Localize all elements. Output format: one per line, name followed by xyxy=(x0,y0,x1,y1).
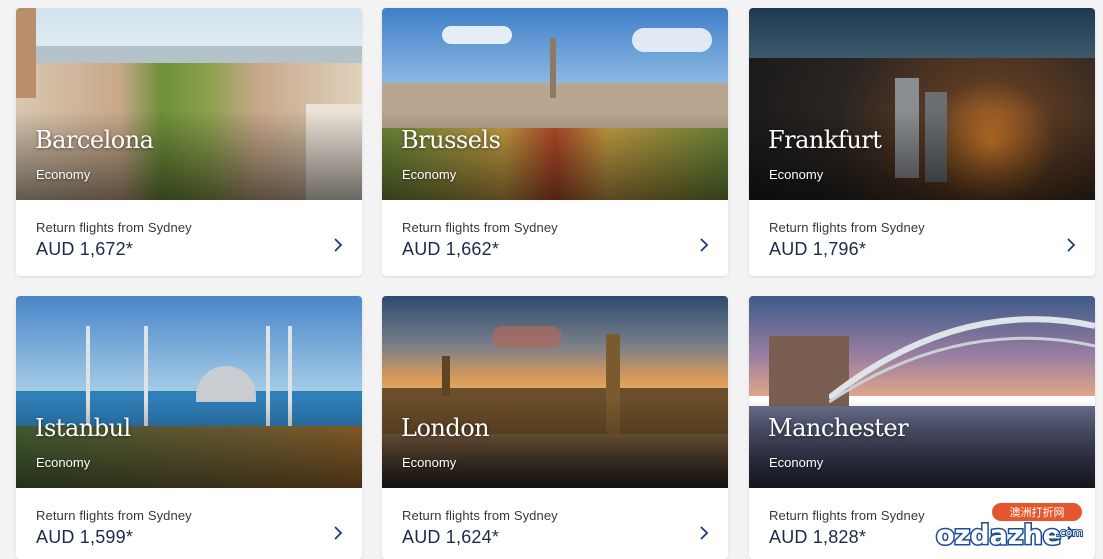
chevron-right-icon[interactable] xyxy=(698,525,710,541)
destination-card-frankfurt[interactable]: Frankfurt Economy Return flights from Sy… xyxy=(749,8,1095,276)
destination-photo-manchester: Manchester Economy xyxy=(749,296,1095,488)
cabin-class: Economy xyxy=(402,167,457,182)
cabin-class: Economy xyxy=(36,455,91,470)
destination-photo-istanbul: Istanbul Economy xyxy=(16,296,362,488)
fare-price: AUD 1,599* xyxy=(36,527,134,547)
destination-photo-brussels: Brussels Economy xyxy=(382,8,728,200)
site-watermark-logo: 澳洲打折网 ozdazhe .com xyxy=(932,502,1087,553)
city-name: Frankfurt xyxy=(768,126,882,154)
cabin-class: Economy xyxy=(769,455,824,470)
route-label: Return flights from Sydney xyxy=(769,220,925,235)
cabin-class: Economy xyxy=(769,167,824,182)
destination-photo-london: London Economy xyxy=(382,296,728,488)
cabin-class: Economy xyxy=(402,455,457,470)
destination-photo-barcelona: Barcelona Economy xyxy=(16,8,362,200)
city-name: Istanbul xyxy=(35,414,131,442)
fare-price: AUD 1,662* xyxy=(402,239,500,259)
fare-price: AUD 1,796* xyxy=(769,239,867,259)
destination-photo-frankfurt: Frankfurt Economy xyxy=(749,8,1095,200)
fare-price: AUD 1,672* xyxy=(36,239,134,259)
city-name: Barcelona xyxy=(35,126,154,154)
chevron-right-icon[interactable] xyxy=(698,237,710,253)
route-label: Return flights from Sydney xyxy=(36,508,192,523)
city-name: Manchester xyxy=(768,414,909,442)
city-name: Brussels xyxy=(401,126,501,154)
route-label: Return flights from Sydney xyxy=(402,508,558,523)
chevron-right-icon[interactable] xyxy=(332,525,344,541)
destination-card-brussels[interactable]: Brussels Economy Return flights from Syd… xyxy=(382,8,728,276)
cabin-class: Economy xyxy=(36,167,91,182)
chevron-right-icon[interactable] xyxy=(1065,237,1077,253)
svg-text:澳洲打折网: 澳洲打折网 xyxy=(1010,505,1065,519)
route-label: Return flights from Sydney xyxy=(36,220,192,235)
fare-price: AUD 1,624* xyxy=(402,527,500,547)
destination-card-istanbul[interactable]: Istanbul Economy Return flights from Syd… xyxy=(16,296,362,559)
svg-text:ozdazhe: ozdazhe xyxy=(936,520,1061,551)
city-name: London xyxy=(401,414,490,442)
destination-card-barcelona[interactable]: Barcelona Economy Return flights from Sy… xyxy=(16,8,362,276)
svg-text:.com: .com xyxy=(1056,526,1083,539)
chevron-right-icon[interactable] xyxy=(332,237,344,253)
destination-card-london[interactable]: London Economy Return flights from Sydne… xyxy=(382,296,728,559)
route-label: Return flights from Sydney xyxy=(402,220,558,235)
